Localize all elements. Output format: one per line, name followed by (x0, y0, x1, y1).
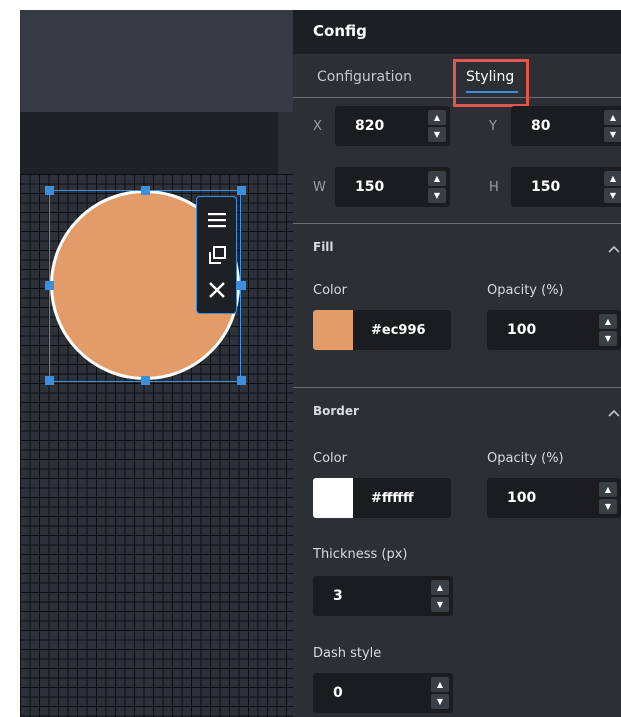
w-spinner: ▲ ▼ (428, 171, 446, 203)
canvas-top-region (20, 10, 293, 112)
divider (293, 223, 621, 224)
fill-opacity-decrement-button[interactable]: ▼ (599, 331, 617, 346)
y-decrement-button[interactable]: ▼ (604, 127, 621, 142)
canvas-area[interactable] (20, 10, 293, 717)
border-opacity-label: Opacity (%) (487, 451, 564, 466)
resize-handle-bottom-left[interactable] (45, 376, 54, 385)
h-value: 150 (531, 179, 561, 195)
fill-color-value: #ec996 (371, 322, 426, 338)
thickness-input[interactable]: 3 ▲ ▼ (313, 576, 453, 616)
x-input[interactable]: 820 ▲ ▼ (335, 106, 450, 146)
divider (293, 387, 621, 388)
h-label: H (489, 179, 499, 195)
y-value: 80 (531, 118, 551, 134)
fill-color-picker[interactable]: #ec996 (313, 310, 451, 350)
resize-handle-bottom-right[interactable] (237, 376, 246, 385)
x-label: X (313, 118, 322, 134)
y-spinner: ▲ ▼ (604, 110, 621, 142)
border-section-title: Border (313, 404, 359, 418)
fill-section-title: Fill (313, 240, 334, 254)
x-decrement-button[interactable]: ▼ (428, 127, 446, 142)
fill-opacity-spinner: ▲ ▼ (599, 314, 617, 346)
thickness-spinner: ▲ ▼ (431, 580, 449, 612)
fill-opacity-label: Opacity (%) (487, 283, 564, 298)
border-color-value: #ffffff (371, 490, 414, 506)
dash-style-input[interactable]: 0 ▲ ▼ (313, 673, 453, 713)
resize-handle-bottom[interactable] (141, 376, 150, 385)
x-spinner: ▲ ▼ (428, 110, 446, 142)
resize-handle-top-right[interactable] (237, 186, 246, 195)
resize-handle-right[interactable] (237, 281, 246, 290)
panel-title: Config (313, 22, 367, 40)
border-opacity-decrement-button[interactable]: ▼ (599, 499, 617, 514)
fill-opacity-increment-button[interactable]: ▲ (599, 314, 617, 329)
dash-style-spinner: ▲ ▼ (431, 677, 449, 709)
border-opacity-increment-button[interactable]: ▲ (599, 482, 617, 497)
resize-handle-left[interactable] (45, 281, 54, 290)
dash-style-label: Dash style (313, 646, 382, 661)
w-label: W (313, 179, 326, 195)
w-decrement-button[interactable]: ▼ (428, 188, 446, 203)
menu-icon[interactable] (203, 206, 231, 234)
tab-bar: Configuration Styling (293, 54, 621, 107)
border-opacity-value: 100 (507, 490, 537, 506)
border-opacity-spinner: ▲ ▼ (599, 482, 617, 514)
thickness-decrement-button[interactable]: ▼ (431, 597, 449, 612)
h-input[interactable]: 150 ▲ ▼ (511, 167, 621, 207)
fill-color-label: Color (313, 283, 347, 298)
h-increment-button[interactable]: ▲ (604, 171, 621, 186)
w-value: 150 (355, 179, 385, 195)
config-panel: Config Configuration Styling X 820 ▲ ▼ Y… (293, 10, 621, 717)
border-collapse-chevron-icon[interactable] (607, 408, 621, 418)
x-increment-button[interactable]: ▲ (428, 110, 446, 125)
border-color-picker[interactable]: #ffffff (313, 478, 451, 518)
tab-configuration[interactable]: Configuration (317, 69, 412, 85)
fill-color-swatch (313, 310, 353, 350)
border-color-label: Color (313, 451, 347, 466)
resize-handle-top[interactable] (141, 186, 150, 195)
size-w-row: W 150 ▲ ▼ (313, 167, 450, 207)
fill-opacity-value: 100 (507, 322, 537, 338)
border-color-swatch (313, 478, 353, 518)
dash-style-increment-button[interactable]: ▲ (431, 677, 449, 692)
thickness-value: 3 (333, 588, 343, 604)
position-x-row: X 820 ▲ ▼ (313, 106, 450, 146)
thickness-label: Thickness (px) (313, 547, 408, 562)
border-opacity-input[interactable]: 100 ▲ ▼ (487, 478, 621, 518)
thickness-increment-button[interactable]: ▲ (431, 580, 449, 595)
canvas-header-bar (20, 112, 278, 174)
h-decrement-button[interactable]: ▼ (604, 188, 621, 203)
dash-style-value: 0 (333, 685, 343, 701)
y-increment-button[interactable]: ▲ (604, 110, 621, 125)
y-input[interactable]: 80 ▲ ▼ (511, 106, 621, 146)
fill-opacity-input[interactable]: 100 ▲ ▼ (487, 310, 621, 350)
resize-handle-top-left[interactable] (45, 186, 54, 195)
tab-highlight-annotation (453, 59, 529, 107)
y-label: Y (489, 118, 497, 134)
dash-style-decrement-button[interactable]: ▼ (431, 694, 449, 709)
position-y-row: Y 80 ▲ ▼ (489, 106, 621, 146)
duplicate-icon[interactable] (203, 241, 231, 269)
w-input[interactable]: 150 ▲ ▼ (335, 167, 450, 207)
fill-collapse-chevron-icon[interactable] (607, 244, 621, 254)
w-increment-button[interactable]: ▲ (428, 171, 446, 186)
h-spinner: ▲ ▼ (604, 171, 621, 203)
panel-header: Config (293, 10, 621, 54)
size-h-row: H 150 ▲ ▼ (489, 167, 621, 207)
shape-toolbar (196, 196, 237, 314)
x-value: 820 (355, 118, 385, 134)
close-icon[interactable] (203, 276, 231, 304)
